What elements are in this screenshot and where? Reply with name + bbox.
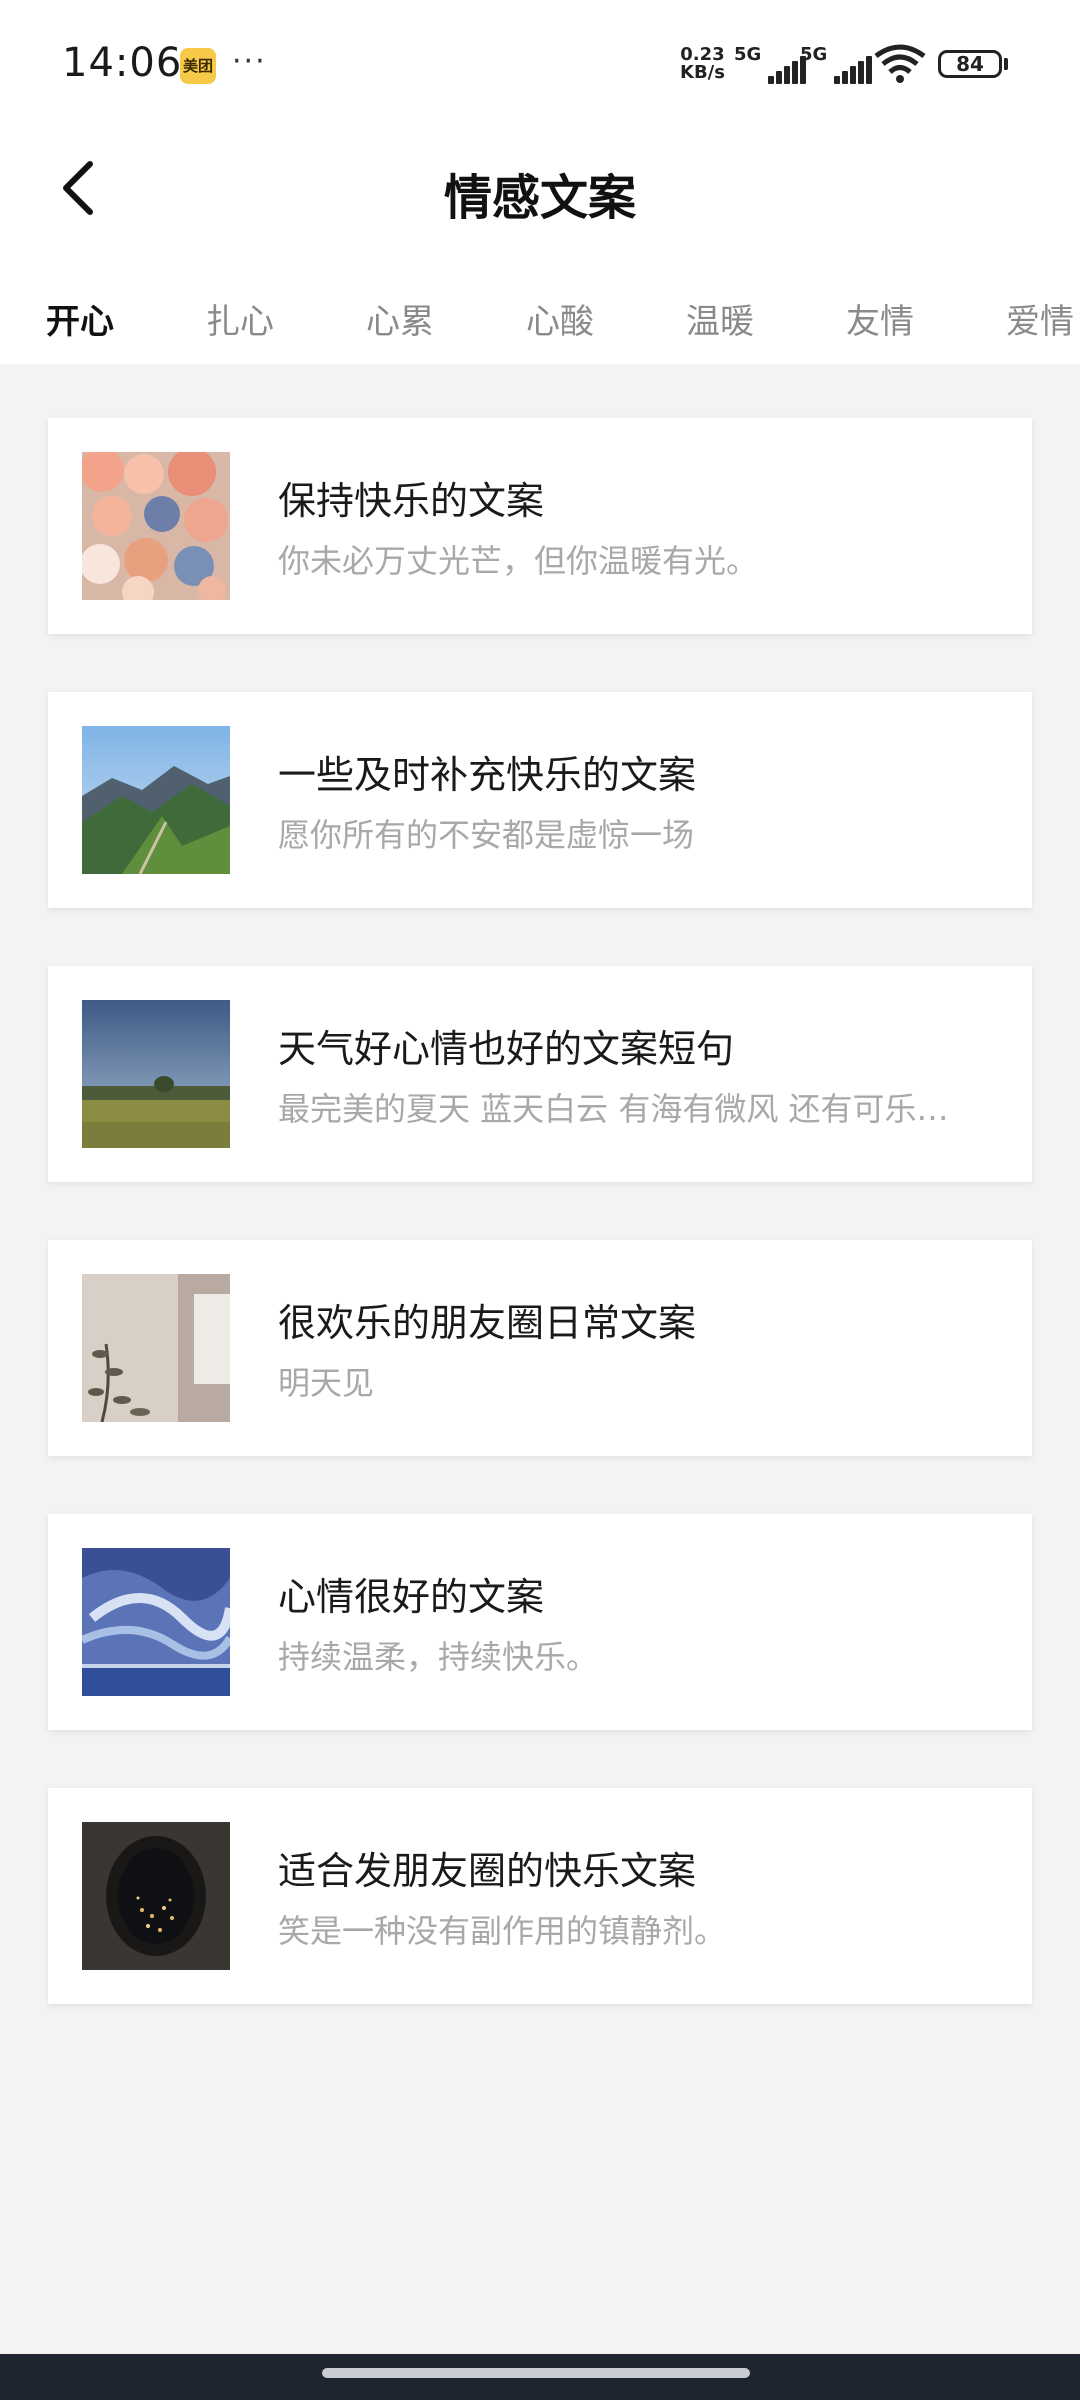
tab-warm[interactable]: 温暖 [686, 294, 754, 343]
meituan-app-icon: 美团 [180, 48, 216, 84]
card-subtitle: 明天见 [278, 1364, 375, 1402]
card-title: 天气好心情也好的文案短句 [278, 1027, 735, 1071]
header-bar: 情感文案 [0, 128, 1080, 248]
list-item[interactable]: 适合发朋友圈的快乐文案 笑是一种没有副作用的镇静剂。 [48, 1788, 1032, 2004]
home-indicator[interactable] [322, 2368, 750, 2378]
card-title: 一些及时补充快乐的文案 [278, 753, 697, 797]
page-title: 情感文案 [443, 170, 636, 226]
plane-window-image [82, 1822, 230, 1970]
card-subtitle: 笑是一种没有副作用的镇静剂。 [278, 1912, 727, 1950]
field-sky-image [82, 1000, 230, 1148]
tab-love[interactable]: 爱情 [1006, 294, 1074, 343]
wifi-icon [874, 44, 926, 83]
mountain-image [82, 726, 230, 874]
more-notifications-icon: ··· [232, 44, 267, 79]
list-item[interactable]: 一些及时补充快乐的文案 愿你所有的不安都是虚惊一场 [48, 692, 1032, 908]
card-title: 保持快乐的文案 [278, 479, 545, 523]
list-item[interactable]: 很欢乐的朋友圈日常文案 明天见 [48, 1240, 1032, 1456]
network-speed-unit: KB/s [680, 62, 725, 83]
tab-happy[interactable]: 开心 [46, 294, 114, 343]
card-title: 很欢乐的朋友圈日常文案 [278, 1301, 697, 1345]
list-item[interactable]: 天气好心情也好的文案短句 最完美的夏天 蓝天白云 有海有微风 还有可乐… [48, 966, 1032, 1182]
copy-list: 保持快乐的文案 你未必万丈光芒，但你温暖有光。 一些及时补充快乐的文案 愿你所有… [48, 418, 1032, 2062]
list-item[interactable]: 保持快乐的文案 你未必万丈光芒，但你温暖有光。 [48, 418, 1032, 634]
card-title: 心情很好的文案 [278, 1575, 545, 1619]
list-item[interactable]: 心情很好的文案 持续温柔，持续快乐。 [48, 1514, 1032, 1730]
signal-2-label: 5G [800, 44, 828, 65]
flowers-image [82, 452, 230, 600]
network-speed: 0.23 KB/s [680, 46, 725, 82]
painted-sky-image [82, 1548, 230, 1696]
battery-icon: 84 [938, 50, 1002, 78]
card-subtitle: 你未必万丈光芒，但你温暖有光。 [278, 542, 759, 580]
category-tabs: 开心 扎心 心累 心酸 温暖 友情 爱情 [0, 248, 1080, 364]
status-bar: 14:06 美团 ··· 0.23 KB/s 5G 5G 84 [0, 0, 1080, 128]
status-time: 14:06 [62, 40, 183, 86]
tab-friendship[interactable]: 友情 [846, 294, 914, 343]
room-plant-image [82, 1274, 230, 1422]
card-subtitle: 最完美的夏天 蓝天白云 有海有微风 还有可乐… [278, 1090, 949, 1128]
card-subtitle: 持续温柔，持续快乐。 [278, 1638, 599, 1676]
card-title: 适合发朋友圈的快乐文案 [278, 1849, 697, 1893]
tab-sad[interactable]: 心酸 [526, 294, 594, 343]
signal-1-label: 5G [734, 44, 762, 65]
card-subtitle: 愿你所有的不安都是虚惊一场 [278, 816, 695, 854]
battery-tip [1004, 58, 1008, 70]
tab-heartbreak[interactable]: 扎心 [206, 294, 274, 343]
tab-weary[interactable]: 心累 [366, 294, 434, 343]
system-navigation-bar [0, 2354, 1080, 2400]
